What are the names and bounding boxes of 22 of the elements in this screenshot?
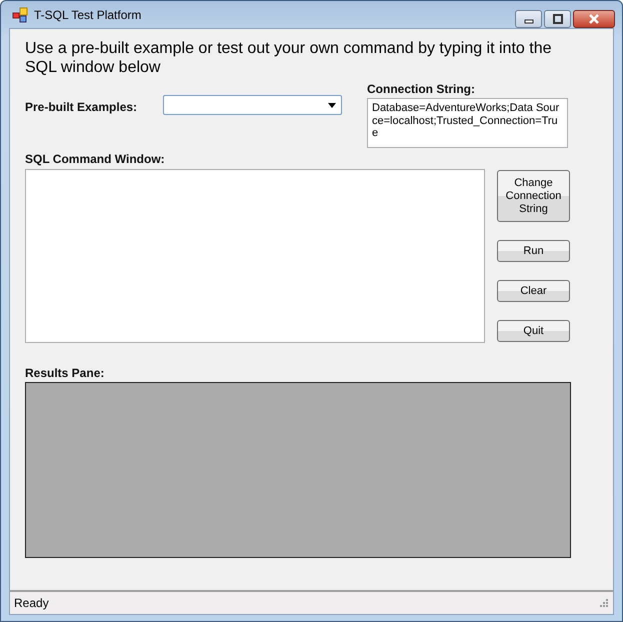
window-title: T-SQL Test Platform (34, 8, 142, 22)
examples-dropdown[interactable] (163, 95, 342, 115)
action-button[interactable]: Run (497, 240, 570, 262)
resize-grip-icon (599, 598, 609, 608)
action-button[interactable]: Change Connection String (497, 170, 570, 222)
examples-label: Pre-built Examples: (25, 100, 138, 114)
action-button[interactable]: Clear (497, 280, 570, 302)
close-icon (588, 14, 600, 24)
close-button[interactable] (573, 10, 615, 28)
app-icon (12, 6, 28, 22)
maximize-button[interactable] (544, 10, 571, 28)
maximize-icon (552, 14, 564, 24)
status-text: Ready (14, 596, 49, 610)
instructions-text: Use a pre-built example or test out your own command by typing it into the SQL window below (25, 39, 552, 77)
sql-command-field[interactable] (25, 169, 485, 343)
connection-string-field[interactable]: Database=AdventureWorks;Data Source=localhost;Trusted_Connection=True (367, 98, 568, 148)
connection-label: Connection String: (367, 82, 476, 96)
sql-window-label: SQL Command Window: (25, 152, 166, 166)
minimize-button[interactable] (515, 10, 542, 28)
action-button[interactable]: Quit (497, 320, 570, 342)
results-label: Results Pane: (25, 366, 106, 380)
caret-icon (328, 102, 336, 108)
